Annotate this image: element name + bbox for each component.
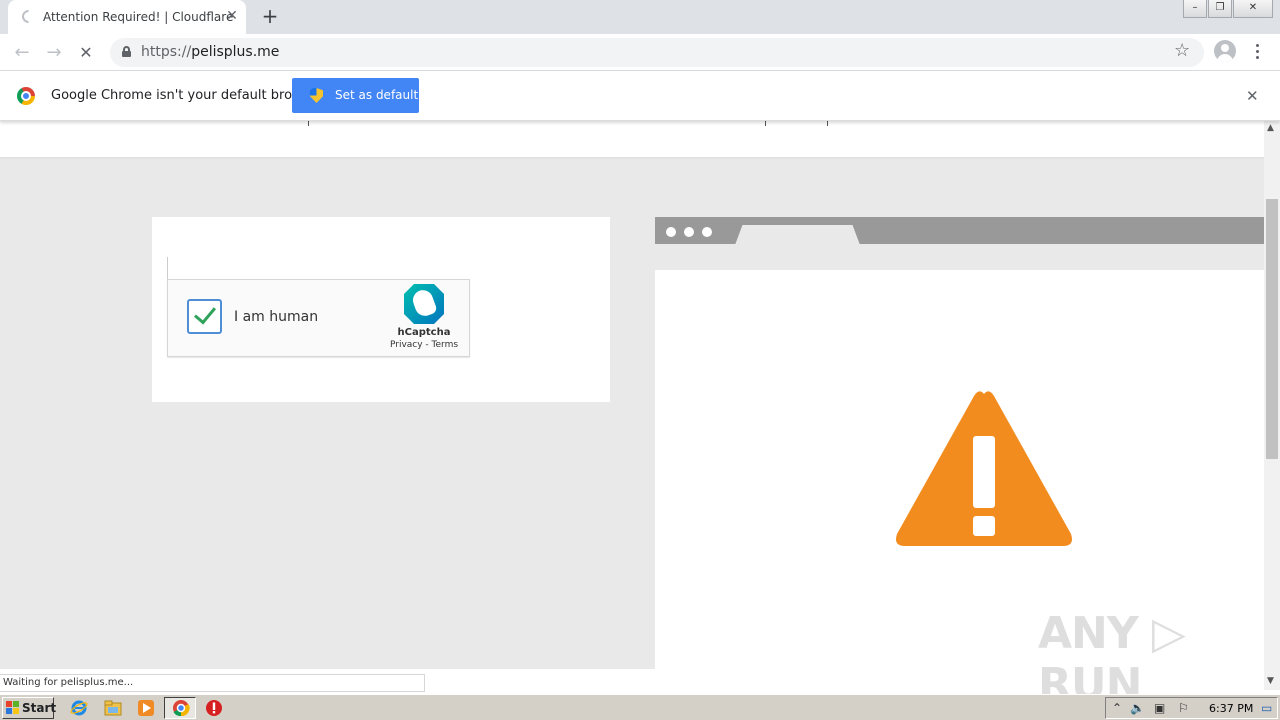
infobar-close-icon[interactable]: ✕ <box>1246 87 1259 105</box>
loading-spinner-icon <box>19 7 38 26</box>
hcaptcha-logo-icon <box>404 284 444 324</box>
start-button[interactable]: Start <box>2 697 57 719</box>
hcaptcha-label: I am human <box>234 309 319 325</box>
tray-arrow-icon[interactable]: ⌃ <box>1112 701 1122 715</box>
status-bubble: Waiting for pelisplus.me... <box>0 674 425 692</box>
hcaptcha-brand: hCaptcha <box>397 327 451 338</box>
page-viewport: I am human hCaptcha Privacy - Terms <box>0 121 1264 669</box>
hcaptcha-widget: I am human hCaptcha Privacy - Terms <box>167 279 470 357</box>
chrome-logo-icon <box>17 87 35 105</box>
browser-tab[interactable]: Attention Required! | Cloudflare ✕ <box>8 0 246 34</box>
forward-button[interactable]: → <box>42 41 66 65</box>
windows-logo-icon <box>6 701 20 715</box>
desktop-icon[interactable]: ▭ <box>1261 701 1272 715</box>
stop-loading-button[interactable]: ✕ <box>74 41 98 65</box>
minimize-button[interactable]: – <box>1183 0 1207 18</box>
captcha-card: I am human hCaptcha Privacy - Terms <box>152 217 610 402</box>
media-player-icon[interactable] <box>137 699 155 717</box>
windows-taskbar: Start ⌃ 🔈 ▣ ⚐ 6:37 PM ▭ <box>0 694 1280 720</box>
system-tray: ⌃ 🔈 ▣ ⚐ 6:37 PM ▭ <box>1105 697 1278 719</box>
scroll-up-arrow-icon[interactable]: ▲ <box>1267 123 1274 133</box>
explorer-icon[interactable] <box>104 699 122 717</box>
browser-toolbar: ← → ✕ https://pelisplus.me ☆ <box>0 34 1280 71</box>
checkmark-icon <box>193 301 217 325</box>
profile-avatar-icon[interactable] <box>1214 40 1236 62</box>
infobar-message: Google Chrome isn't your default browser <box>51 88 323 103</box>
title-bar: Attention Required! | Cloudflare ✕ + – ❐… <box>0 0 1280 34</box>
back-button[interactable]: ← <box>10 41 34 65</box>
tab-title: Attention Required! | Cloudflare <box>43 10 234 24</box>
set-as-default-label: Set as default <box>335 88 419 102</box>
kebab-menu-icon[interactable] <box>1250 42 1266 62</box>
default-browser-infobar: Google Chrome isn't your default browser… <box>0 71 1280 121</box>
restore-button[interactable]: ❐ <box>1208 0 1232 18</box>
volume-icon[interactable]: 🔈 <box>1130 701 1145 715</box>
hcaptcha-checkbox[interactable] <box>187 299 222 334</box>
chrome-icon <box>173 700 190 717</box>
warning-triangle-icon <box>896 391 1072 546</box>
uac-shield-icon <box>310 88 323 103</box>
network-icon[interactable]: ▣ <box>1154 701 1165 715</box>
stop-sign-icon[interactable] <box>205 699 223 717</box>
ie-icon[interactable] <box>70 699 88 717</box>
new-tab-button[interactable]: + <box>260 6 280 26</box>
page-header <box>0 121 1264 157</box>
set-as-default-button[interactable]: Set as default <box>292 78 419 113</box>
lock-icon[interactable] <box>122 46 131 57</box>
close-window-button[interactable]: ✕ <box>1233 0 1273 18</box>
tab-close-icon[interactable]: ✕ <box>224 8 240 24</box>
flag-icon[interactable]: ⚐ <box>1178 701 1189 715</box>
chrome-taskbar-button[interactable] <box>164 697 196 719</box>
clock[interactable]: 6:37 PM <box>1209 702 1253 715</box>
page-scrollbar[interactable]: ▲ ▼ <box>1264 121 1280 690</box>
browser-illustration-bar <box>655 217 1264 245</box>
scroll-thumb[interactable] <box>1266 199 1278 459</box>
bookmark-star-icon[interactable]: ☆ <box>1174 40 1190 61</box>
hcaptcha-privacy-terms-links[interactable]: Privacy - Terms <box>384 340 464 350</box>
url-text[interactable]: https://pelisplus.me <box>141 44 279 60</box>
address-bar[interactable]: https://pelisplus.me ☆ <box>110 38 1204 67</box>
start-label: Start <box>22 701 57 715</box>
